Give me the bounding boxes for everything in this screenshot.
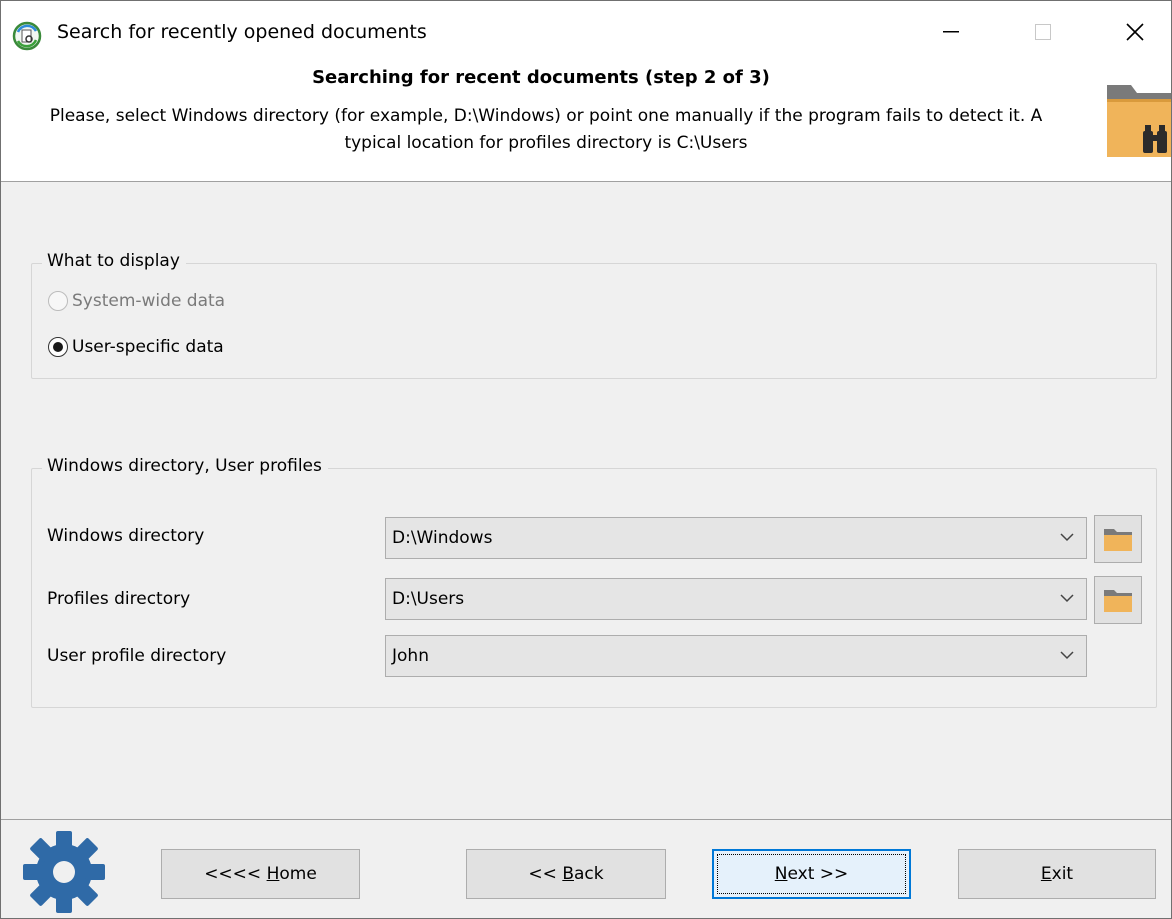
- app-icon: [12, 21, 42, 51]
- home-button-accel: H: [266, 864, 280, 884]
- chevron-down-icon: [1060, 533, 1074, 542]
- folder-icon: [1104, 529, 1132, 551]
- browse-profiles-directory-button[interactable]: [1094, 576, 1142, 624]
- close-button[interactable]: [1089, 1, 1171, 63]
- user-specific-label: User-specific data: [72, 337, 224, 357]
- user-profile-directory-combo[interactable]: John: [385, 635, 1087, 677]
- browse-windows-directory-button[interactable]: [1094, 515, 1142, 563]
- gear-icon: [23, 831, 105, 913]
- maximize-icon: [1035, 24, 1051, 40]
- windows-directory-value: D:\Windows: [392, 528, 493, 548]
- user-specific-radio[interactable]: User-specific data: [48, 337, 224, 357]
- display-groupbox: What to display: [31, 251, 1157, 379]
- profiles-directory-label: Profiles directory: [47, 589, 191, 609]
- minimize-icon: [943, 31, 959, 33]
- profiles-directory-value: D:\Users: [392, 589, 465, 609]
- user-profile-directory-value: John: [392, 646, 429, 666]
- windows-directory-label: Windows directory: [47, 526, 205, 546]
- chevron-down-icon: [1060, 594, 1074, 603]
- wizard-header: Searching for recent documents (step 2 o…: [1, 63, 1171, 182]
- folder-icon: [1104, 590, 1132, 612]
- exit-button[interactable]: Exit: [958, 849, 1156, 899]
- window-title: Search for recently opened documents: [57, 21, 427, 43]
- back-button-accel: B: [562, 864, 574, 884]
- title-bar[interactable]: Search for recently opened documents: [1, 1, 1171, 63]
- radio-checked-icon: [48, 337, 68, 357]
- system-wide-radio[interactable]: System-wide data: [48, 291, 225, 311]
- home-button-prefix: <<<<: [204, 864, 267, 884]
- home-button[interactable]: <<<< Home: [161, 849, 360, 899]
- profiles-directory-combo[interactable]: D:\Users: [385, 578, 1087, 620]
- user-profile-directory-label: User profile directory: [47, 646, 227, 666]
- folder-binoculars-icon: [1107, 85, 1171, 157]
- next-button[interactable]: Next >>: [712, 849, 911, 899]
- close-icon: [1126, 23, 1144, 41]
- back-button-rest: ack: [573, 864, 604, 884]
- minimize-button[interactable]: [905, 1, 997, 63]
- step-description: Please, select Windows directory (for ex…: [49, 106, 1043, 153]
- windows-directory-combo[interactable]: D:\Windows: [385, 517, 1087, 559]
- chevron-down-icon: [1060, 651, 1074, 660]
- back-button[interactable]: << Back: [466, 849, 666, 899]
- step-title: Searching for recent documents (step 2 o…: [312, 67, 770, 88]
- maximize-button[interactable]: [997, 1, 1089, 63]
- wizard-window: Search for recently opened documents Sea…: [0, 0, 1172, 919]
- focus-rectangle: [717, 854, 906, 894]
- home-button-rest: ome: [279, 864, 317, 884]
- exit-button-rest: xit: [1051, 864, 1074, 884]
- exit-button-accel: E: [1040, 864, 1052, 884]
- radio-unchecked-icon: [48, 291, 68, 311]
- directories-group-legend: Windows directory, User profiles: [42, 456, 328, 476]
- display-group-legend: What to display: [42, 251, 186, 271]
- back-button-prefix: <<: [528, 864, 563, 884]
- system-wide-label: System-wide data: [72, 291, 226, 311]
